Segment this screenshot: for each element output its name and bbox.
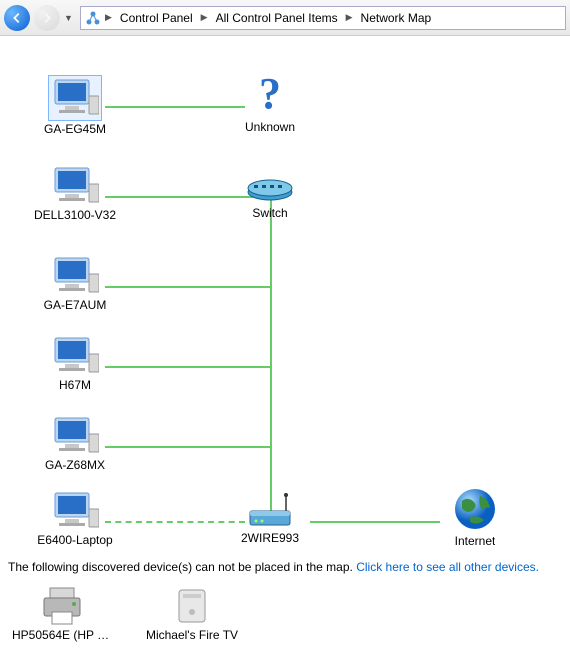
breadcrumb: ▶ Control Panel ▶ All Control Panel Item… — [80, 6, 566, 30]
globe-icon — [452, 486, 498, 532]
device-computer[interactable]: E6400-Laptop — [20, 491, 130, 547]
computer-icon — [51, 166, 99, 206]
this-pc-highlight — [49, 76, 101, 120]
breadcrumb-sep: ▶ — [103, 12, 114, 23]
unplaced-notice: The following discovered device(s) can n… — [0, 556, 570, 578]
device-internet[interactable]: Internet — [420, 486, 530, 548]
svg-text:?: ? — [259, 74, 281, 118]
device-computer[interactable]: GA-EG45M — [20, 76, 130, 136]
unplaced-devices: HP50564E (HP Of... Michael's Fire TV — [0, 578, 570, 650]
breadcrumb-sep: ▶ — [199, 12, 210, 23]
device-gateway[interactable]: 2WIRE993 — [215, 491, 325, 545]
back-button[interactable] — [4, 5, 30, 31]
connection-line — [270, 196, 272, 521]
navigation-toolbar: ▼ ▶ Control Panel ▶ All Control Panel It… — [0, 0, 570, 36]
device-other[interactable]: Michael's Fire TV — [142, 586, 242, 642]
device-label: Internet — [455, 534, 496, 548]
device-label: GA-Z68MX — [45, 458, 105, 472]
breadcrumb-item[interactable]: All Control Panel Items — [212, 9, 342, 27]
device-label: DELL3100-V32 — [34, 208, 116, 222]
device-box-icon — [175, 586, 209, 626]
device-label: Unknown — [245, 120, 295, 134]
switch-icon — [246, 174, 294, 204]
device-computer[interactable]: H67M — [20, 336, 130, 392]
computer-icon — [51, 78, 99, 118]
device-unknown[interactable]: ? Unknown — [215, 74, 325, 134]
computer-icon — [51, 491, 99, 531]
device-label: GA-E7AUM — [44, 298, 107, 312]
breadcrumb-item[interactable]: Control Panel — [116, 9, 197, 27]
device-label: H67M — [59, 378, 91, 392]
computer-icon — [51, 256, 99, 296]
see-other-devices-link[interactable]: Click here to see all other devices. — [356, 560, 539, 574]
device-label: 2WIRE993 — [241, 531, 299, 545]
device-label: Michael's Fire TV — [146, 628, 238, 642]
router-icon — [246, 491, 294, 529]
computer-icon — [51, 416, 99, 456]
network-map: GA-EG45M DELL3100-V32 GA-E7AUM H67M GA-Z… — [0, 36, 570, 556]
breadcrumb-item[interactable]: Network Map — [357, 9, 436, 27]
device-label: Switch — [252, 206, 287, 220]
device-label: GA-EG45M — [44, 122, 106, 136]
unplaced-text: The following discovered device(s) can n… — [8, 560, 356, 574]
network-icon — [85, 10, 101, 26]
device-label: HP50564E (HP Of... — [12, 628, 112, 642]
printer-icon — [40, 586, 84, 626]
recent-dropdown-icon[interactable]: ▼ — [64, 13, 74, 23]
device-computer[interactable]: GA-E7AUM — [20, 256, 130, 312]
forward-button[interactable] — [34, 5, 60, 31]
breadcrumb-sep: ▶ — [344, 12, 355, 23]
device-switch[interactable]: Switch — [215, 174, 325, 220]
computer-icon — [51, 336, 99, 376]
device-computer[interactable]: DELL3100-V32 — [20, 166, 130, 222]
device-computer[interactable]: GA-Z68MX — [20, 416, 130, 472]
device-printer[interactable]: HP50564E (HP Of... — [12, 586, 112, 642]
question-icon: ? — [250, 74, 290, 118]
device-label: E6400-Laptop — [37, 533, 112, 547]
